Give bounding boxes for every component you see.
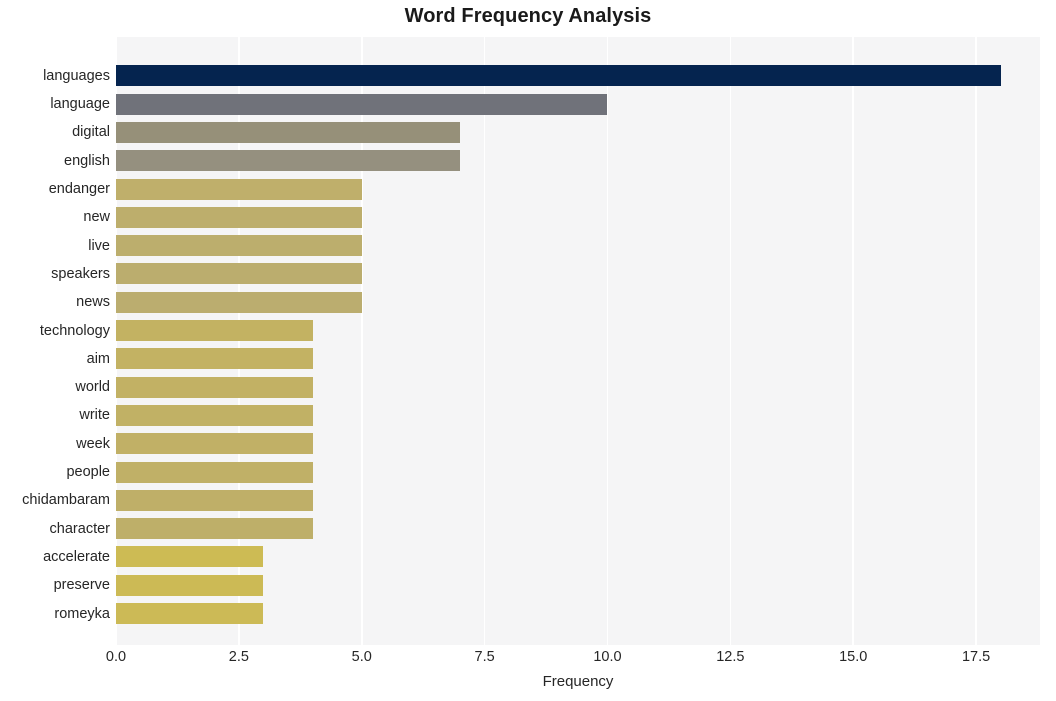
x-tick-label: 0.0 xyxy=(105,649,127,665)
y-tick-label: aim xyxy=(86,350,110,367)
y-tick-label: english xyxy=(64,152,110,169)
y-tick-label: chidambaram xyxy=(22,492,110,509)
y-tick-label: language xyxy=(50,96,110,113)
bar xyxy=(116,121,461,143)
plot-area xyxy=(116,37,1040,645)
y-tick-label: news xyxy=(76,294,110,311)
x-tick-label: 7.5 xyxy=(474,649,495,665)
bar xyxy=(116,93,608,115)
bar xyxy=(116,546,264,568)
x-tick-label: 12.5 xyxy=(716,649,745,665)
y-tick-label: week xyxy=(76,435,110,452)
bar xyxy=(116,150,461,172)
word-frequency-chart-figure: Word Frequency Analysis languages languag… xyxy=(0,0,1056,701)
x-tick-label: 17.5 xyxy=(961,649,991,665)
gridline-vertical xyxy=(852,37,855,645)
x-tick-label: 15.0 xyxy=(839,649,868,665)
bar xyxy=(116,291,362,313)
bar xyxy=(116,348,313,370)
y-tick-label: write xyxy=(79,407,110,424)
bar xyxy=(116,518,313,540)
y-tick-label: romeyka xyxy=(54,605,110,622)
y-tick-label: endanger xyxy=(48,181,110,197)
bar xyxy=(116,263,362,285)
y-tick-label: people xyxy=(66,464,110,481)
bar xyxy=(116,65,1001,87)
bar xyxy=(116,461,313,483)
bar xyxy=(116,178,362,200)
bar xyxy=(116,206,362,228)
y-tick-label: character xyxy=(49,520,110,537)
y-tick-label: accelerate xyxy=(43,548,110,565)
gridline-vertical xyxy=(483,37,486,645)
bar xyxy=(116,376,313,398)
x-tick-label: 10.0 xyxy=(593,649,622,665)
y-tick-label: languages xyxy=(43,67,110,84)
bar xyxy=(116,235,362,257)
x-tick-label: 5.0 xyxy=(351,649,372,665)
gridline-vertical xyxy=(729,37,732,645)
y-tick-label: preserve xyxy=(53,577,110,594)
gridline-vertical xyxy=(606,37,609,645)
bar xyxy=(116,320,313,342)
y-tick-label: speakers xyxy=(51,265,110,282)
x-axis-tick-labels: 0.0 2.5 5.0 7.5 10.0 12.5 15.0 17.5 xyxy=(106,649,1040,671)
gridline-vertical xyxy=(975,37,977,645)
y-axis-tick-labels: languages language digital english endanger n… xyxy=(0,37,110,645)
bar xyxy=(116,603,264,625)
x-axis-title: Frequency xyxy=(542,673,614,690)
x-tick-label: 2.5 xyxy=(228,649,249,665)
bar xyxy=(116,489,313,511)
bar xyxy=(116,404,313,426)
bar xyxy=(116,574,264,596)
chart-title: Word Frequency Analysis xyxy=(404,5,652,27)
y-tick-label: technology xyxy=(39,322,110,339)
y-tick-label: world xyxy=(75,379,110,396)
y-tick-label: live xyxy=(88,237,110,254)
y-tick-label: digital xyxy=(72,124,110,141)
bar xyxy=(116,433,313,455)
y-tick-label: new xyxy=(83,209,110,226)
